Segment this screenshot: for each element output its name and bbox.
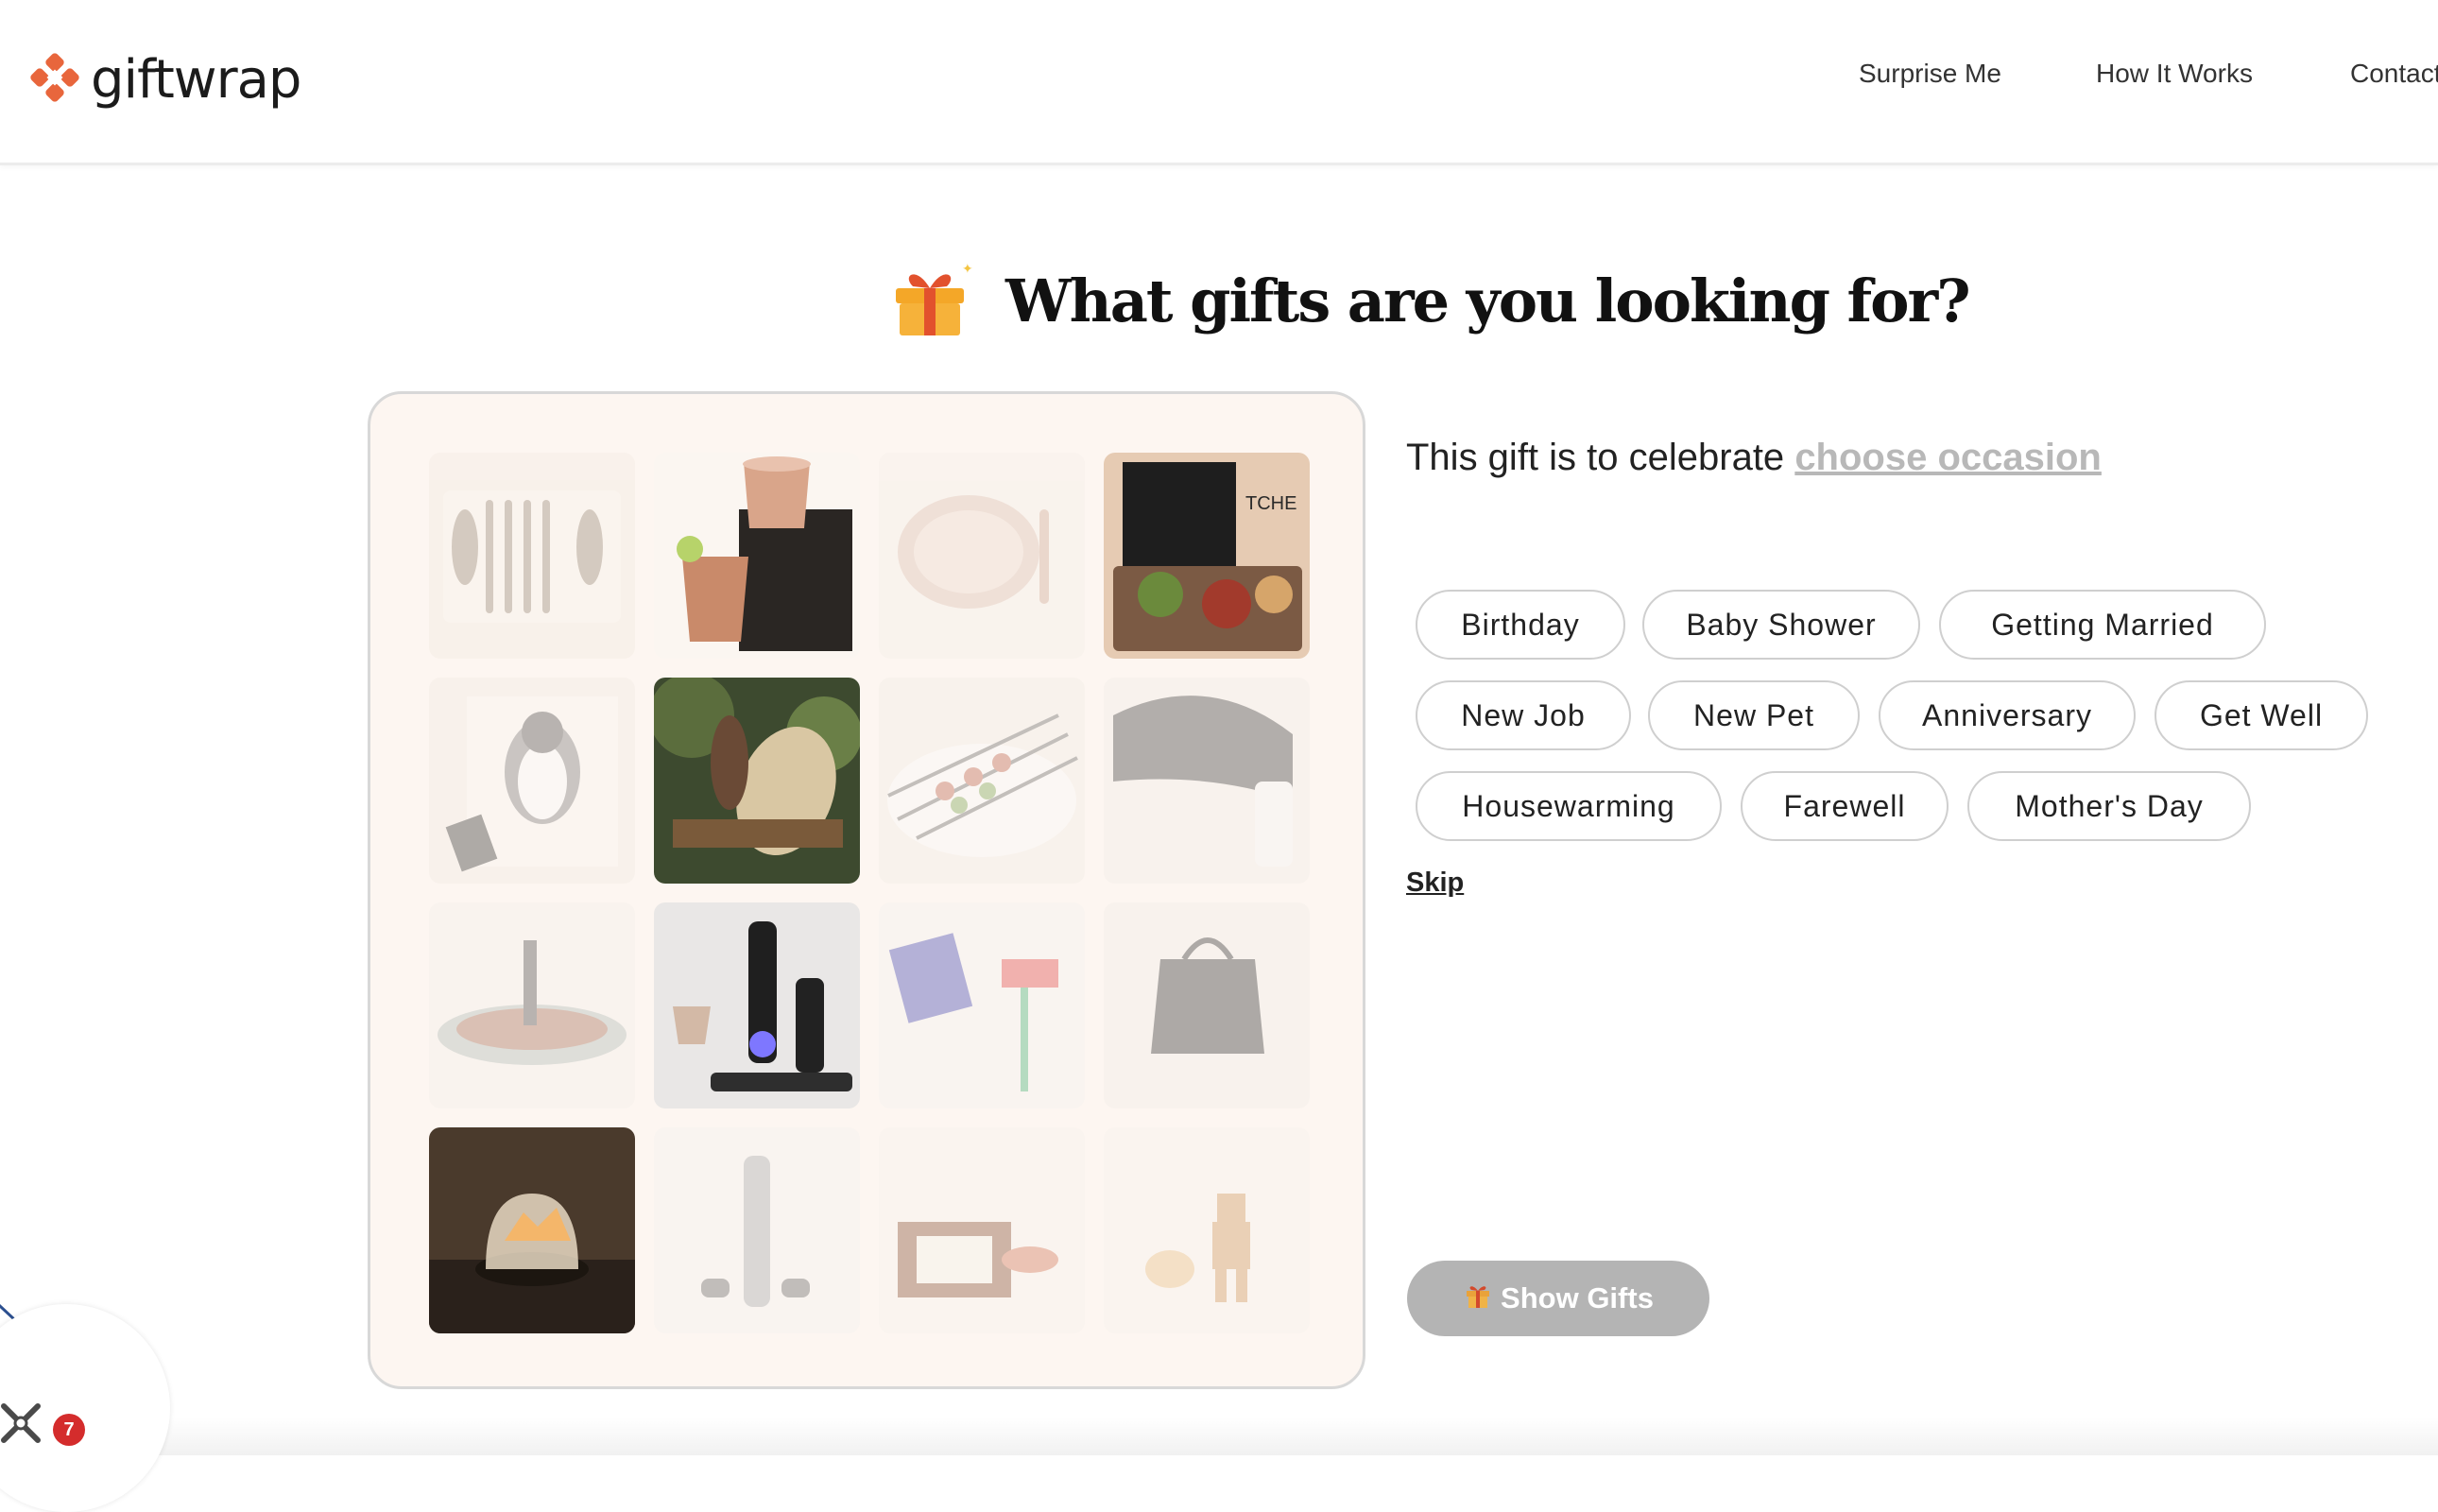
occasion-prompt: This gift is to celebrate choose occasio… (1406, 437, 2102, 479)
occasion-chip-birthday[interactable]: Birthday (1416, 590, 1625, 660)
product-image-copper-mugs (654, 453, 860, 659)
product-image-diffuser-lamp (429, 1127, 635, 1333)
notification-badge: 7 (53, 1414, 85, 1446)
choose-occasion-link[interactable]: choose occasion (1794, 437, 2102, 478)
occasion-chip-get-well[interactable]: Get Well (2155, 680, 2368, 750)
nav-contact[interactable]: Contact (2350, 59, 2438, 89)
product-image-gift-basket: TCHE (1104, 453, 1310, 659)
brand-name: giftwrap (91, 49, 301, 111)
brand-logo[interactable]: giftwrap (28, 49, 301, 111)
occasion-prompt-text: This gift is to celebrate (1406, 437, 1785, 478)
product-image-plate (879, 453, 1085, 659)
gift-icon (1463, 1280, 1501, 1317)
page-bottom-fade (0, 1418, 2438, 1455)
svg-text:✦: ✦ (962, 261, 973, 276)
occasion-chip-baby-shower[interactable]: Baby Shower (1642, 590, 1920, 660)
product-image-electric-opener (654, 1127, 860, 1333)
occasion-chip-mothers-day[interactable]: Mother's Day (1967, 771, 2251, 841)
page-title: What gifts are you looking for? (1005, 266, 1971, 335)
show-gifts-button[interactable]: Show Gifts (1407, 1261, 1709, 1336)
product-image-leather-bag (1104, 902, 1310, 1108)
occasion-chip-housewarming[interactable]: Housewarming (1416, 771, 1722, 841)
product-image-woven-tray (654, 678, 860, 884)
page-title-row: ✦ What gifts are you looking for? (888, 227, 1971, 374)
occasion-chip-getting-married[interactable]: Getting Married (1939, 590, 2266, 660)
occasion-chip-anniversary[interactable]: Anniversary (1879, 680, 2136, 750)
product-image-cartoon-mailbox (879, 902, 1085, 1108)
product-image-utensil-set (429, 453, 635, 659)
product-image-skewers (879, 678, 1085, 884)
product-image-wooden-robot (1104, 1127, 1310, 1333)
show-gifts-label: Show Gifts (1501, 1281, 1654, 1314)
occasion-chip-farewell[interactable]: Farewell (1741, 771, 1949, 841)
skip-link[interactable]: Skip (1406, 868, 1464, 899)
nav-how-it-works[interactable]: How It Works (2096, 59, 2253, 89)
site-header: giftwrap Surprise Me How It Works Contac… (0, 0, 2438, 165)
product-image-wine-opener (654, 902, 860, 1108)
product-image-stirring-pan (429, 902, 635, 1108)
svg-text:TCHE: TCHE (1245, 493, 1296, 514)
product-image-penguin-card (429, 678, 635, 884)
gift-collage-panel: TCHE (368, 391, 1365, 1389)
product-image-eye-massager (1104, 678, 1310, 884)
occasion-chip-new-pet[interactable]: New Pet (1648, 680, 1860, 750)
occasion-chip-new-job[interactable]: New Job (1416, 680, 1631, 750)
gift-box-icon: ✦ (888, 256, 973, 346)
product-image-retro-clock (879, 1127, 1085, 1333)
nav-surprise-me[interactable]: Surprise Me (1859, 59, 2001, 89)
gift-wrap-widget-icon[interactable] (0, 1397, 49, 1446)
giftwrap-logo-icon (28, 51, 81, 109)
